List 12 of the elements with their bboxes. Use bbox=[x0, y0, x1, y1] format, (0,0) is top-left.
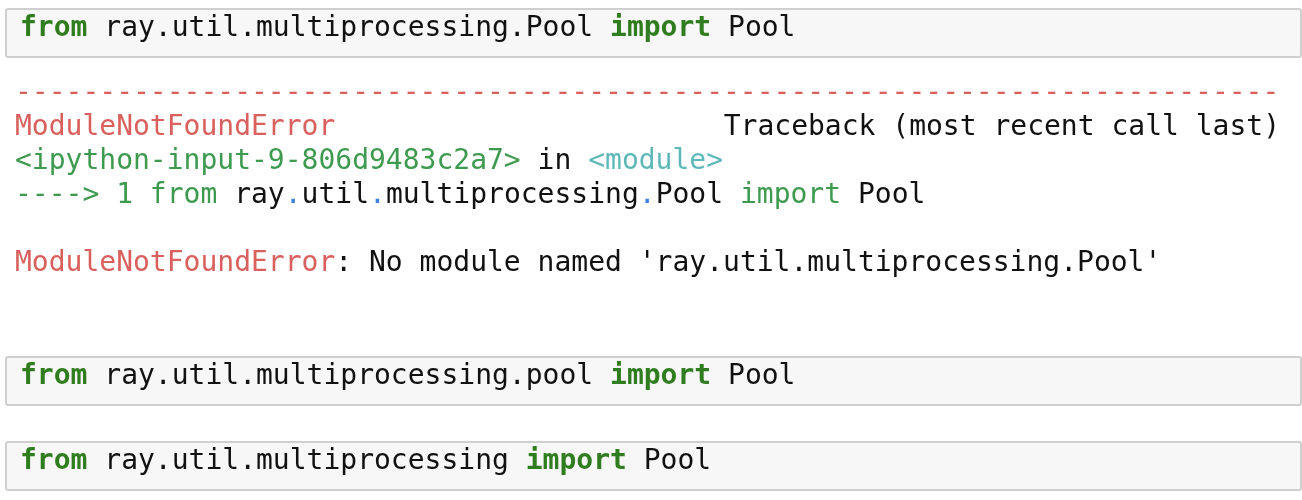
code-cell[interactable]: from ray.util.multiprocessing.Pool import Pool bbox=[5, 8, 1302, 58]
code-line: from ray.util.multiprocessing.Pool import Pool bbox=[20, 10, 796, 44]
traceback-separator: --------------------------------------------------------------------------- bbox=[15, 75, 1280, 109]
output-line: ModuleNotFoundError: No module named 'ray.util.multiprocessing.Pool' bbox=[15, 245, 1163, 279]
code-cell[interactable]: from ray.util.multiprocessing.pool import Pool bbox=[5, 356, 1302, 406]
output-line: <ipython-input-9-806d9483c2a7> in <module> bbox=[15, 143, 725, 177]
error-name: ModuleNotFoundError bbox=[15, 109, 336, 143]
traceback-header: Traceback (most recent call last) bbox=[723, 109, 1280, 143]
code-cell[interactable]: from ray.util.multiprocessing import Pool bbox=[5, 441, 1302, 491]
output-line: ----> 1 from ray.util.multiprocessing.Pool import Pool bbox=[15, 177, 927, 211]
code-line: from ray.util.multiprocessing.pool import Pool bbox=[20, 358, 796, 392]
code-line: from ray.util.multiprocessing import Pool bbox=[20, 443, 712, 477]
